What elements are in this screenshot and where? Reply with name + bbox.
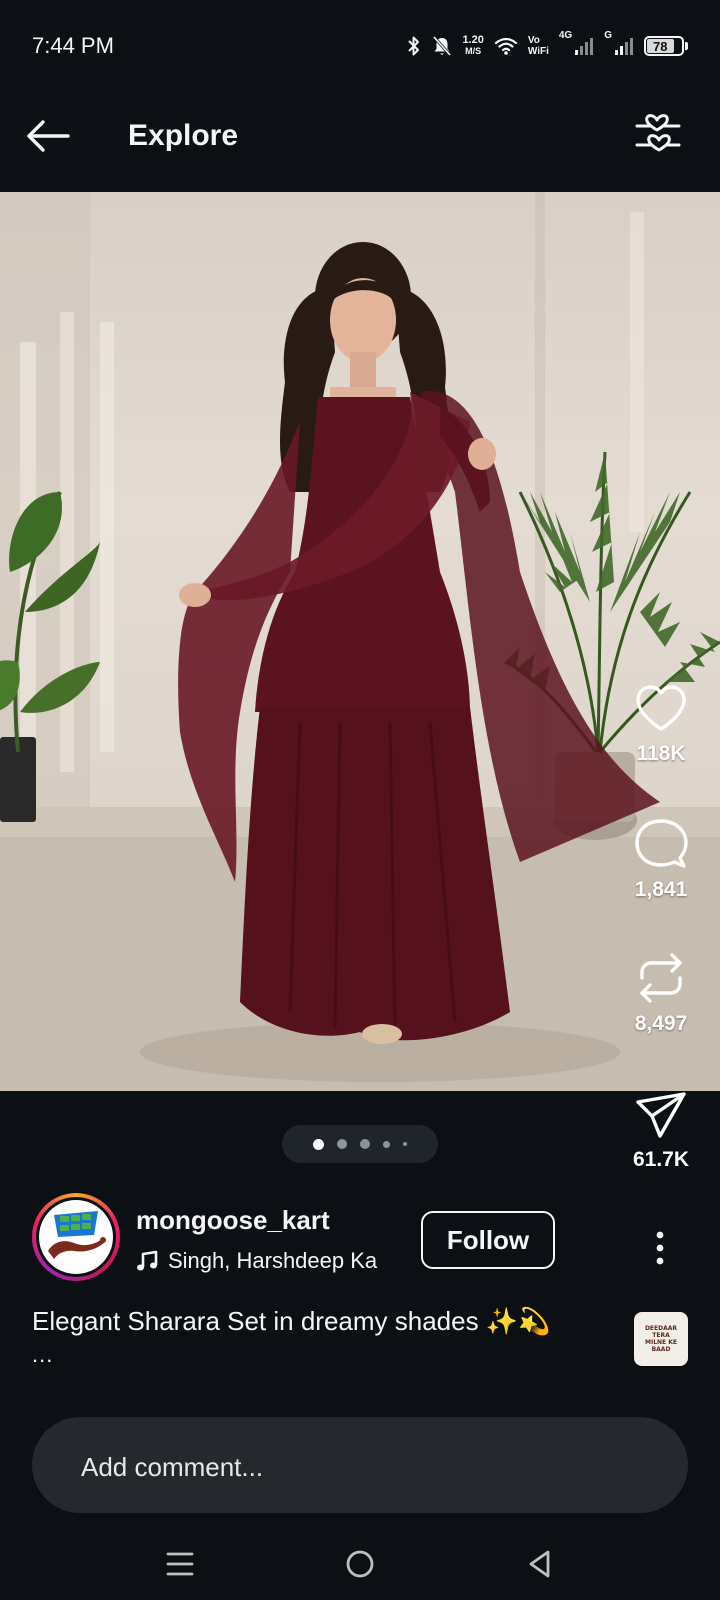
comment-input[interactable]: Add comment... [32,1417,688,1513]
carousel-dot-active [313,1138,324,1150]
audio-title: Singh, Harshdeep Ka [168,1248,378,1273]
more-options-button[interactable] [642,1222,678,1274]
carousel-dot [337,1139,347,1149]
vowifi-bottom: WiFi [527,46,549,57]
share-button[interactable]: 61.7K [606,1090,716,1172]
brand-logo [39,1200,113,1274]
share-count: 61.7K [632,1148,690,1171]
vowifi-top: Vo [527,35,540,46]
username[interactable]: mongoose_kart [136,1205,330,1236]
home-button[interactable] [332,1538,388,1590]
post-caption[interactable]: Elegant Sharara Set in dreamy shades ✨💫 [32,1306,551,1337]
signal-icon [575,38,594,55]
music-note-icon [137,1250,158,1271]
comment-button[interactable]: 1,841 [606,818,716,902]
avatar[interactable] [32,1193,120,1281]
mute-bell-icon [433,36,452,56]
interests-filter-button[interactable] [632,110,684,162]
arrow-left-icon [27,120,70,152]
more-vertical-icon [656,1231,664,1265]
audio-thumb-line: TERA [652,1332,670,1339]
repost-count: 8,497 [634,1012,688,1035]
recent-apps-button[interactable] [152,1538,208,1590]
network-speed-unit: M/S [465,46,482,56]
back-button[interactable] [22,110,74,162]
network-g-label: G [604,30,612,41]
comment-count: 1,841 [634,878,688,901]
comment-bubble-icon [635,819,688,868]
like-button[interactable]: 118K [606,684,716,766]
signal-icon-2 [615,38,633,55]
triangle-back-icon [529,1550,550,1578]
audio-link[interactable]: Singh, Harshdeep Ka [136,1248,377,1274]
comment-placeholder: Add comment... [81,1452,264,1482]
carousel-dot [360,1139,370,1149]
battery-level: 78 [647,39,674,54]
carousel-indicator [282,1125,438,1163]
wifi-icon [494,37,517,55]
paper-plane-icon [636,1092,686,1138]
status-time: 7:44 PM [32,33,114,58]
status-bar: 7:44 PM 1.20 M/S Vo WiFi 4G G 78 [0,0,720,80]
vowifi-label: Vo WiFi [528,35,549,57]
bluetooth-icon [408,36,420,56]
page-title: Explore [128,119,239,152]
repost-button[interactable]: 8,497 [606,952,716,1036]
heart-sliders-icon [635,114,681,152]
system-nav-bar [0,1528,720,1600]
status-icons: 1.20 M/S Vo WiFi 4G G 78 [406,30,688,62]
carousel-dot [383,1140,390,1148]
top-app-bar: Explore [0,80,720,192]
menu-lines-icon [166,1552,194,1576]
system-back-button[interactable] [512,1538,568,1590]
audio-thumb-line: DEEDAAR [644,1325,678,1332]
repost-icon [640,953,682,1003]
follow-button[interactable]: Follow [421,1211,555,1269]
audio-thumbnail[interactable]: DEEDAAR TERA MILNE KE BAAD [634,1312,688,1366]
audio-thumb-line: BAAD [651,1346,671,1353]
heart-icon [636,685,686,731]
network-speed: 1.20 M/S [462,35,483,57]
caption-more[interactable]: ... [32,1342,53,1368]
audio-thumb-line: MILNE KE [645,1339,677,1346]
network-4g-label: 4G [558,30,573,41]
circle-icon [346,1550,374,1578]
like-count: 118K [636,742,686,765]
carousel-dot [403,1142,407,1146]
network-speed-value: 1.20 [462,34,484,46]
battery-icon: 78 [644,36,688,56]
